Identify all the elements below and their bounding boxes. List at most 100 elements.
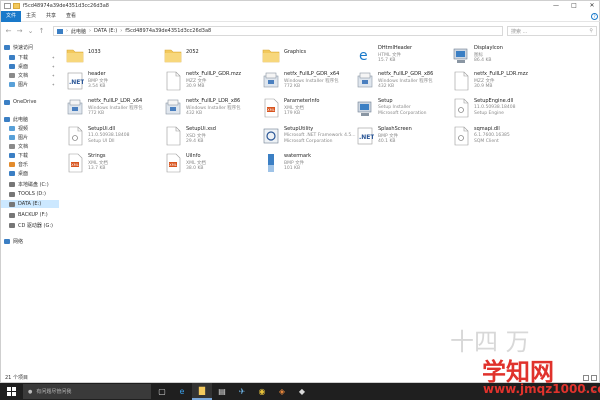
taskbar-apps: ▢ e ▇ ▤ ✈ ◉ ◈ ◆: [152, 383, 312, 400]
file-item[interactable]: Setup Setup Installer Microsoft Corporatio…: [353, 96, 448, 122]
sidebar-item[interactable]: 文档: [1, 142, 59, 150]
sidebar-item[interactable]: 音乐: [1, 160, 59, 168]
maximize-button[interactable]: □: [565, 1, 583, 10]
file-size: 29.4 KB: [186, 139, 204, 144]
app-icon[interactable]: ◈: [272, 383, 292, 400]
close-button[interactable]: ✕: [583, 1, 600, 10]
breadcrumb-item[interactable]: DATA (E:): [94, 28, 117, 34]
file-name: SetupUi.dll: [88, 126, 116, 132]
edge-icon[interactable]: e: [172, 383, 192, 400]
sidebar-item[interactable]: OneDrive: [1, 98, 59, 106]
xml-icon: XML: [164, 153, 182, 173]
file-item[interactable]: netfx_FullLP_LDR.mzz MZZ 文件 30.9 MB: [449, 69, 544, 95]
file-explorer-icon[interactable]: ▇: [192, 383, 212, 400]
sidebar-item[interactable]: 视频: [1, 124, 59, 132]
sidebar-item[interactable]: 此电脑: [1, 115, 59, 123]
sidebar-item[interactable]: 下载 ✦: [1, 53, 59, 61]
sidebar-item[interactable]: 桌面: [1, 169, 59, 177]
file-item[interactable]: SetupUi.xsd XSD 文件 29.4 KB: [161, 124, 256, 150]
watermark-url: www.jmqz1000.com: [483, 382, 600, 396]
bird-icon[interactable]: ✈: [232, 383, 252, 400]
file-item[interactable]: 2052: [161, 43, 256, 69]
pin-icon[interactable]: ✦: [52, 82, 55, 87]
sidebar-item[interactable]: CD 驱动器 (G:): [1, 221, 59, 229]
file-item[interactable]: .NET header BMP 文件 3.54 KB: [63, 69, 158, 95]
tab-share[interactable]: 共享: [41, 11, 61, 22]
sidebar-item[interactable]: 桌面 ✦: [1, 62, 59, 70]
file-item[interactable]: netfx_FullLP_GDR.mzz MZZ 文件 30.9 MB: [161, 69, 256, 95]
file-name: SetupEngine.dll: [474, 98, 514, 104]
start-button[interactable]: [0, 383, 22, 400]
mic-icon: ●: [28, 388, 33, 395]
sidebar-item[interactable]: 下载: [1, 151, 59, 159]
pin-icon[interactable]: ✦: [52, 73, 55, 78]
task-view-icon[interactable]: ▢: [152, 383, 172, 400]
sidebar-item[interactable]: 文档 ✦: [1, 71, 59, 79]
file-item[interactable]: watermark BMP 文件 101 KB: [259, 151, 354, 177]
folder-icon: [164, 45, 182, 65]
file-name: SplashScreen: [378, 126, 412, 132]
file-type: Microsoft .NET Framework 4.5...: [284, 133, 356, 138]
pin-icon[interactable]: ✦: [52, 64, 55, 69]
search-input[interactable]: 搜索 ... ⚲: [507, 26, 597, 36]
file-item[interactable]: XML Strings XML 文档 13.7 KB: [63, 151, 158, 177]
cloud-icon: [4, 99, 10, 105]
sidebar-item[interactable]: 图片 ✦: [1, 80, 59, 88]
sidebar-item[interactable]: 网络: [1, 237, 59, 245]
breadcrumb[interactable]: › 此电脑 › DATA (E:) › f5cd48974a39de4351d3…: [53, 26, 503, 36]
tab-home[interactable]: 主页: [21, 11, 41, 22]
file-item[interactable]: netfx_FullLP_GDR_x86 Windows Installer 程序…: [353, 69, 448, 95]
sidebar-item[interactable]: DATA (E:): [1, 200, 59, 208]
file-name: netfx_FullLP_LDR_x86: [186, 98, 241, 104]
sidebar-item[interactable]: BACKUP (F:): [1, 211, 59, 219]
chrome-icon[interactable]: ◉: [252, 383, 272, 400]
file-size: 15.7 KB: [378, 58, 396, 63]
taskbar-search[interactable]: ● 有问题尽管问我: [23, 384, 151, 399]
forward-icon[interactable]: →: [15, 27, 24, 35]
sidebar-item[interactable]: 图片: [1, 133, 59, 141]
tab-view[interactable]: 查看: [61, 11, 81, 22]
file-size: 3.54 KB: [88, 84, 106, 89]
file-item[interactable]: sqmapi.dll 6.1.7600.16385 SQM Client: [449, 124, 544, 150]
save-icon[interactable]: [4, 2, 11, 9]
file-item[interactable]: SetupUi.dll 11.0.50938.18408 Setup UI Dll: [63, 124, 158, 150]
download-icon: [9, 54, 15, 60]
file-item[interactable]: Graphics: [259, 43, 354, 69]
file-item[interactable]: SetupEngine.dll 11.0.50938.18408 Setup Eng…: [449, 96, 544, 122]
title-bar: f5cd48974a39de4351d3cc26d3a8 — □ ✕: [1, 1, 600, 10]
recent-locations-icon[interactable]: ⌄: [26, 27, 35, 35]
chevron-right-icon: ›: [66, 28, 68, 34]
picture-icon: [9, 81, 15, 87]
dll-icon: [452, 126, 470, 146]
breadcrumb-item[interactable]: 此电脑: [71, 28, 86, 35]
sidebar-item[interactable]: 本地磁盘 (C:): [1, 180, 59, 188]
sidebar-item-label: 桌面: [18, 170, 29, 177]
sidebar-item[interactable]: TOOLS (D:): [1, 190, 59, 198]
file-item[interactable]: SetupUtility Microsoft .NET Framework 4.5…: [259, 124, 356, 150]
file-item[interactable]: XML ParameterInfo XML 文档 179 KB: [259, 96, 354, 122]
pin-icon[interactable]: ✦: [52, 55, 55, 60]
file-item[interactable]: e DHtmlHeader HTML 文件 15.7 KB: [353, 43, 448, 69]
file-item[interactable]: netfx_FullLP_LDR_x86 Windows Installer 程序…: [161, 96, 256, 122]
breadcrumb-item[interactable]: f5cd48974a39de4351d3cc26d3a8: [125, 28, 211, 34]
file-item[interactable]: netfx_FullLP_GDR_x64 Windows Installer 程序…: [259, 69, 354, 95]
sidebar-item[interactable]: 快速访问: [1, 43, 59, 51]
setup-icon: [452, 45, 470, 65]
tab-file[interactable]: 文件: [1, 10, 22, 22]
chevron-right-icon: ›: [89, 28, 92, 34]
back-icon[interactable]: ←: [4, 27, 13, 35]
help-icon[interactable]: ?: [591, 13, 598, 20]
app2-icon[interactable]: ◆: [292, 383, 312, 400]
sidebar-item-label: 本地磁盘 (C:): [18, 181, 49, 188]
store-icon[interactable]: ▤: [212, 383, 232, 400]
search-placeholder: 搜索 ...: [511, 28, 528, 35]
file-item[interactable]: 1033: [63, 43, 158, 69]
file-item[interactable]: .NET SplashScreen BMP 文件 40.1 KB: [353, 124, 448, 150]
minimize-button[interactable]: —: [547, 1, 565, 10]
new-folder-icon[interactable]: [13, 2, 20, 9]
file-item[interactable]: DisplayIcon 图标 86.4 KB: [449, 43, 544, 69]
file-item[interactable]: netfx_FullLP_LDR_x64 Windows Installer 程序…: [63, 96, 158, 122]
search-icon: ⚲: [589, 28, 593, 34]
file-item[interactable]: XML UiInfo XML 文档 38.0 KB: [161, 151, 256, 177]
up-icon[interactable]: ↑: [37, 27, 46, 35]
